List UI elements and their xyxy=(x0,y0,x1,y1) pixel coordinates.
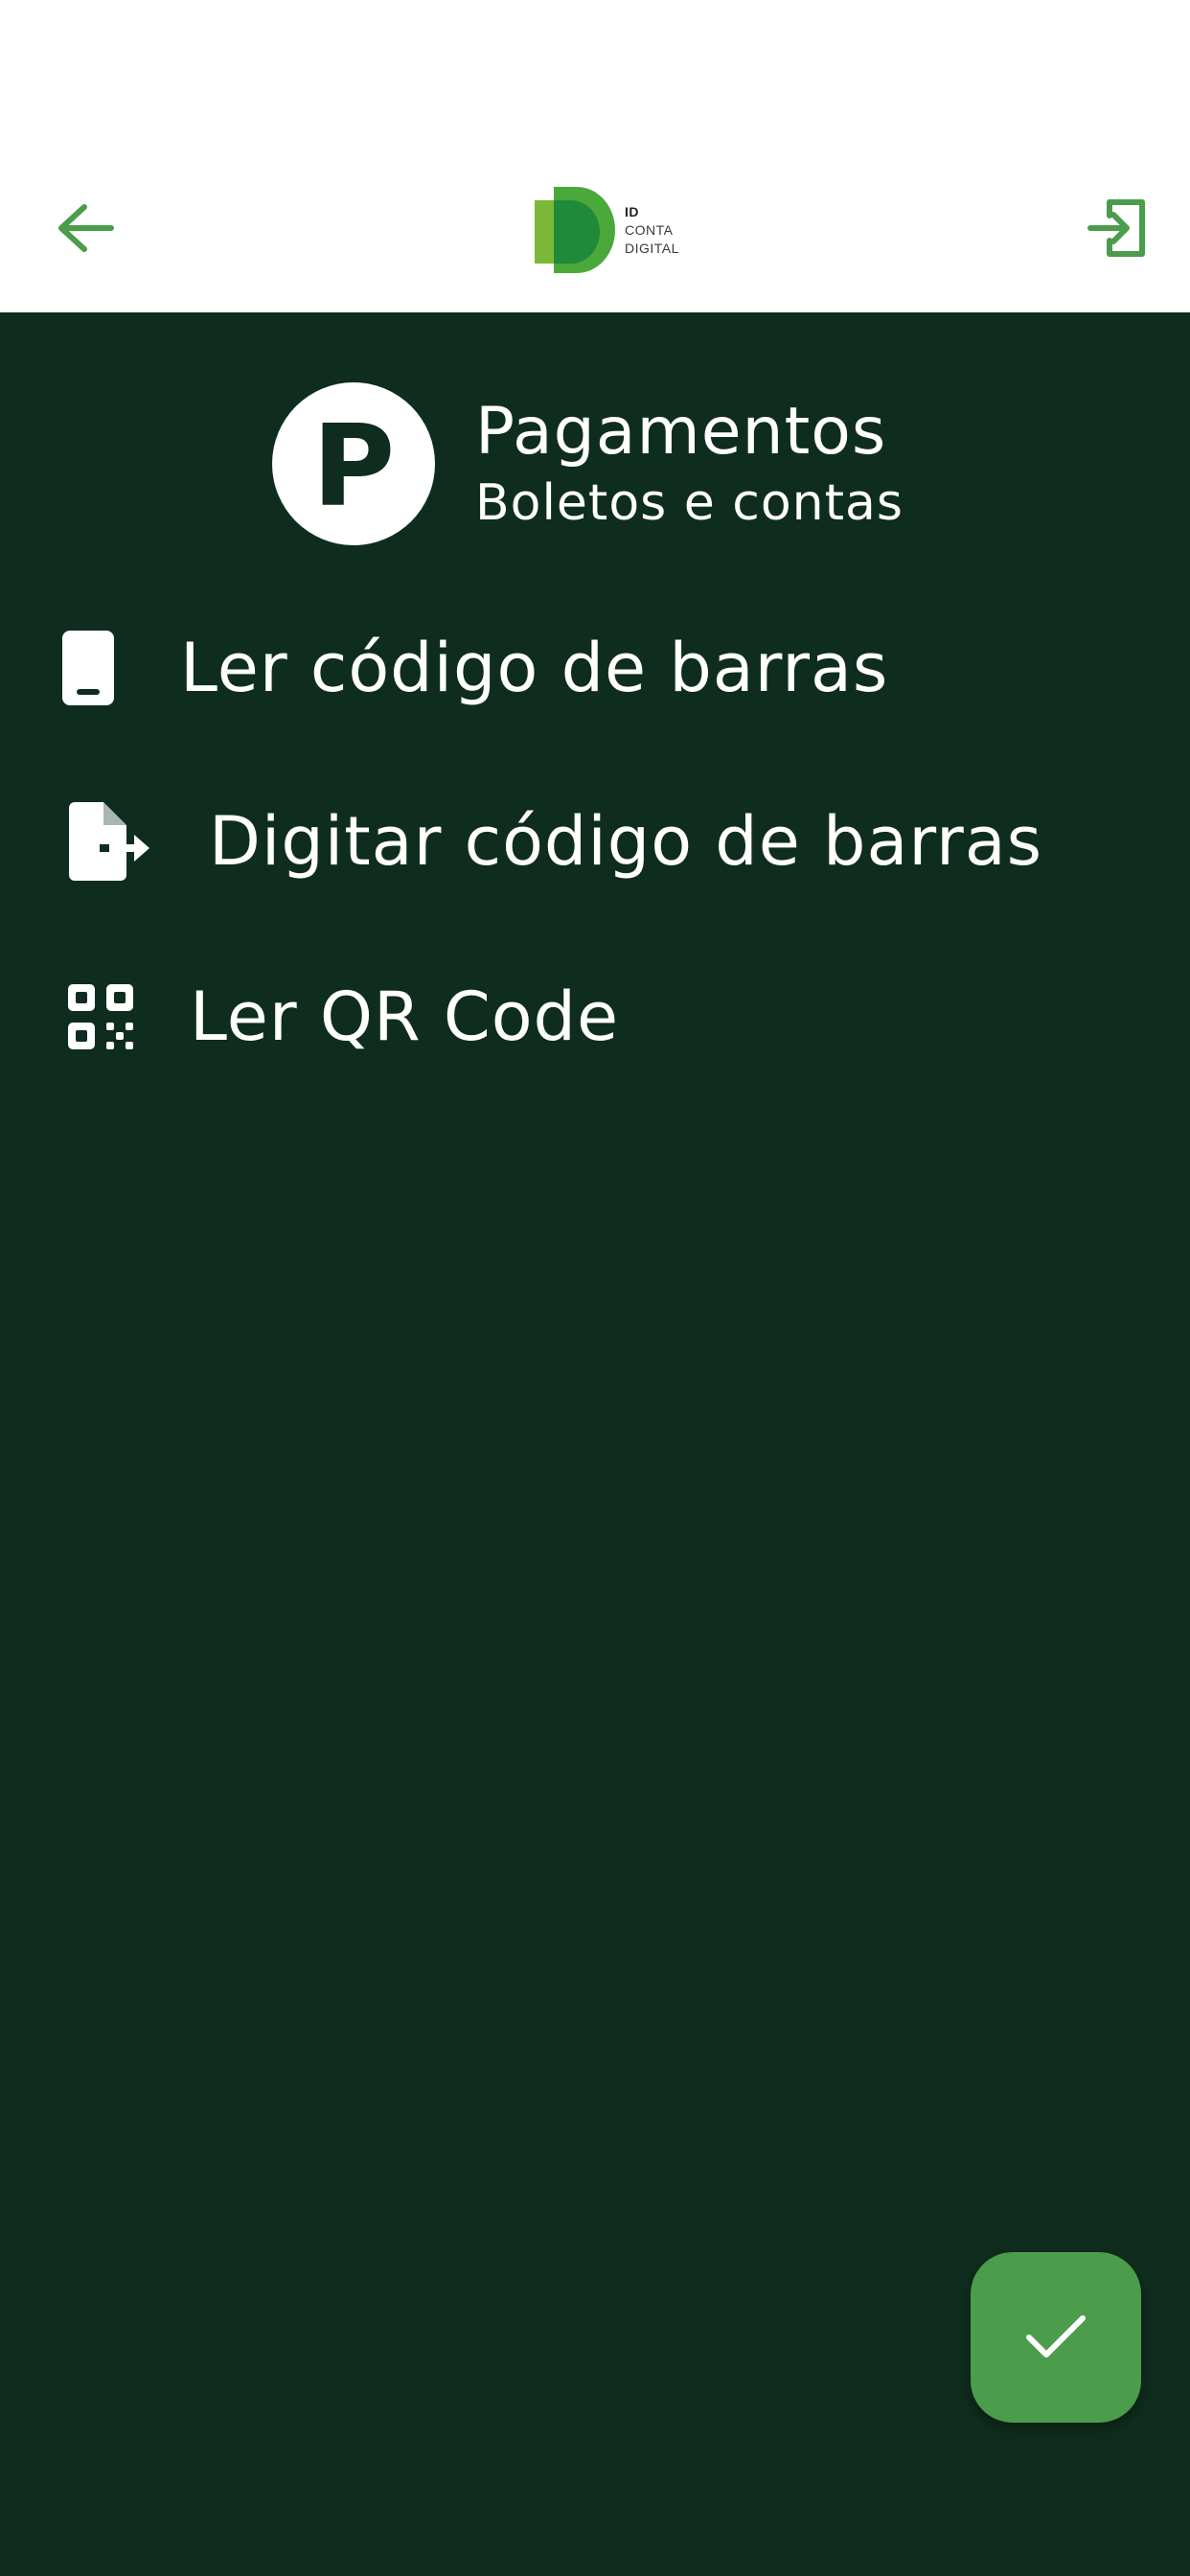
section-title: Pagamentos xyxy=(475,394,887,470)
arrow-left-icon xyxy=(58,204,114,252)
logo-mark xyxy=(535,187,615,273)
check-icon xyxy=(1026,2315,1086,2358)
menu-item-label: Ler QR Code xyxy=(190,978,620,1056)
menu-item-read-barcode[interactable]: Ler código de barras xyxy=(59,625,888,711)
logo: ID CONTA DIGITAL xyxy=(533,184,686,276)
menu-item-read-qr[interactable]: Ler QR Code xyxy=(65,974,619,1060)
status-bar-area xyxy=(0,0,1190,153)
section-avatar: P xyxy=(272,382,435,545)
logo-text-id: ID xyxy=(625,203,639,219)
logo-text-conta: CONTA xyxy=(625,221,674,238)
menu-item-label: Digitar código de barras xyxy=(209,802,1043,881)
section-avatar-letter: P xyxy=(311,400,396,532)
qr-code-icon xyxy=(65,981,136,1052)
app-header: ID CONTA DIGITAL xyxy=(0,153,1190,312)
section-header: P Pagamentos Boletos e contas xyxy=(272,382,904,545)
logo-text: ID CONTA DIGITAL xyxy=(625,203,679,258)
menu-item-label: Ler código de barras xyxy=(180,629,889,707)
main-content: P Pagamentos Boletos e contas Ler código… xyxy=(0,312,1190,2576)
login-exit-icon xyxy=(1087,199,1145,257)
confirm-fab-button[interactable] xyxy=(971,2252,1141,2423)
logo-text-digital: DIGITAL xyxy=(625,240,679,256)
section-titles: Pagamentos Boletos e contas xyxy=(475,393,904,535)
smartphone-icon xyxy=(59,628,117,708)
back-button[interactable] xyxy=(42,192,130,264)
menu-item-type-barcode[interactable]: Digitar código de barras xyxy=(67,798,1042,885)
exit-button[interactable] xyxy=(1073,188,1161,268)
file-export-icon xyxy=(67,801,155,882)
section-subtitle: Boletos e contas xyxy=(475,474,904,532)
